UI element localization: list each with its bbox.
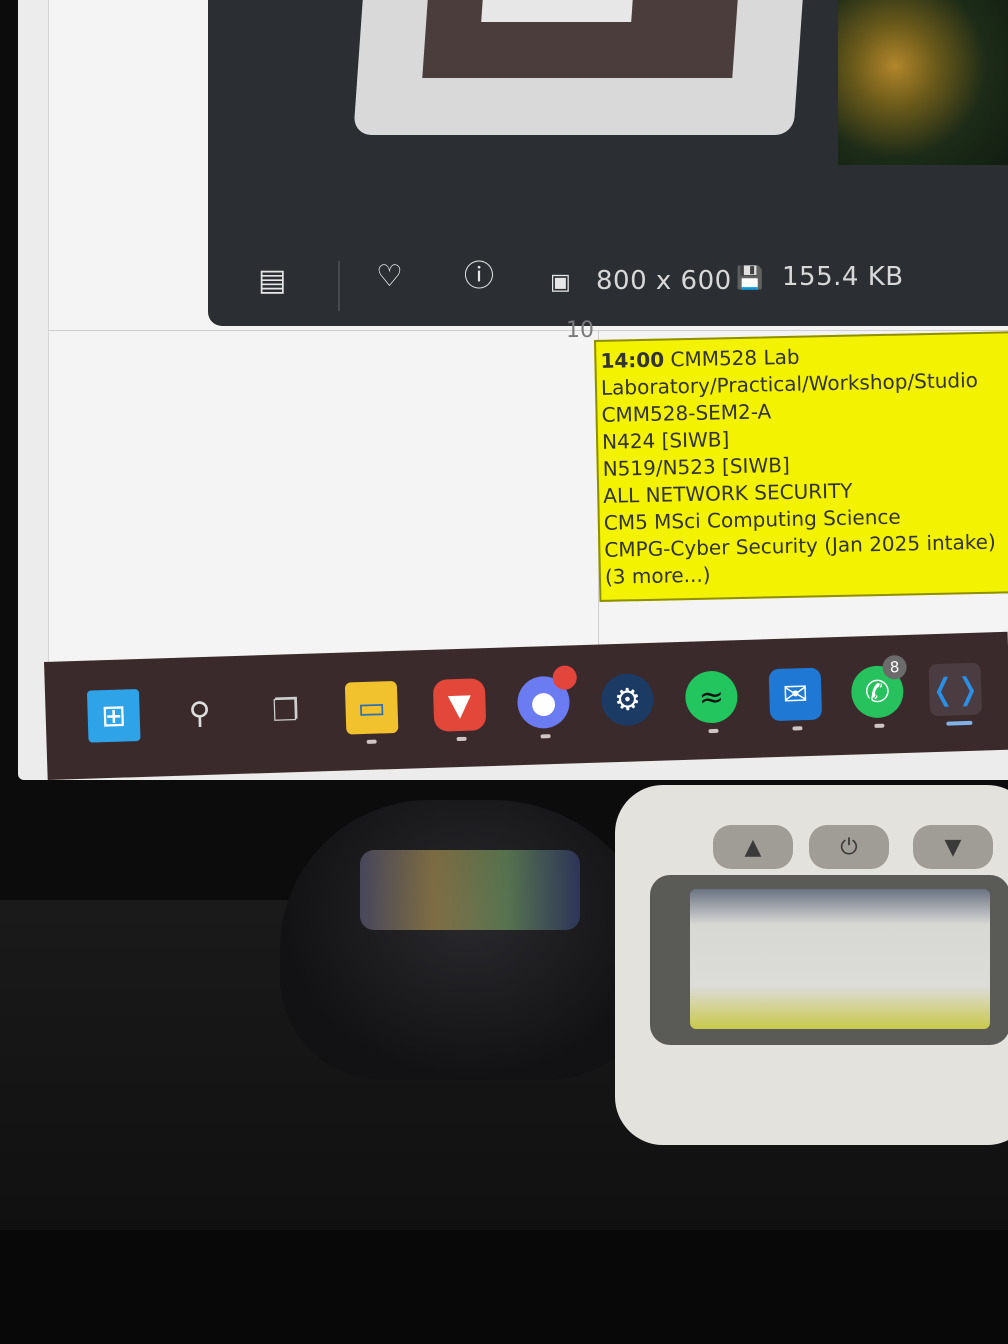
brave-browser-icon[interactable]: ▼: [432, 678, 487, 732]
glucose-meter: ▲ ⏻ ▼: [615, 785, 1008, 1145]
steam-icon[interactable]: ⚙: [600, 672, 655, 727]
slideshow-icon[interactable]: ▤: [258, 266, 286, 296]
image-dimensions: 800 x 600: [596, 266, 732, 296]
meter-lcd: [690, 889, 990, 1029]
notification-badge: [552, 665, 578, 691]
desk-edge: [0, 1230, 1008, 1344]
grid-line: [48, 0, 49, 690]
meter-button-row: ▲ ⏻ ▼: [713, 825, 1008, 871]
preview-photo-right: [838, 0, 1008, 165]
power-icon[interactable]: ⏻: [809, 825, 889, 869]
task-view-icon[interactable]: ❐: [259, 684, 313, 738]
file-explorer-icon[interactable]: ▭: [344, 680, 399, 735]
save-icon: 💾: [736, 266, 764, 291]
preview-photo-left: [353, 0, 803, 135]
down-arrow-icon[interactable]: ▼: [913, 825, 993, 869]
event-time: 14:00: [600, 347, 665, 373]
meter-display-frame: [650, 875, 1008, 1045]
file-size: 155.4 KB: [782, 262, 904, 292]
grid-line: [48, 330, 1008, 331]
image-viewer-toolbar: ▤ ♡ ⓘ ▣ 800 x 600 💾 155.4 KB: [208, 236, 1008, 326]
info-icon[interactable]: ⓘ: [464, 262, 494, 292]
up-arrow-icon[interactable]: ▲: [713, 825, 793, 869]
image-viewer-overlay: ▤ ♡ ⓘ ▣ 800 x 600 💾 155.4 KB: [208, 0, 1008, 326]
calendar-day-number: 10: [566, 318, 594, 343]
glucose-meter-case: [280, 800, 660, 1080]
heart-icon[interactable]: ♡: [376, 262, 403, 292]
event-title: CMM528 Lab: [670, 344, 800, 372]
spotify-icon[interactable]: ≈: [684, 670, 739, 724]
dimensions-icon: ▣: [550, 270, 571, 295]
calendar-event[interactable]: 14:00 CMM528 Lab Laboratory/Practical/Wo…: [594, 331, 1008, 602]
outlook-icon[interactable]: ✉: [768, 667, 823, 722]
whatsapp-unread-badge: 8: [882, 654, 907, 680]
case-reflection: [360, 850, 580, 930]
vscode-icon[interactable]: ❬❭: [928, 662, 983, 717]
monitor: ▤ ♡ ⓘ ▣ 800 x 600 💾 155.4 KB 10 14:00 CM…: [0, 0, 1008, 910]
windows-start-icon[interactable]: ⊞: [86, 689, 141, 743]
toolbar-separator: [338, 261, 340, 311]
search-icon[interactable]: ⚲: [173, 686, 227, 740]
